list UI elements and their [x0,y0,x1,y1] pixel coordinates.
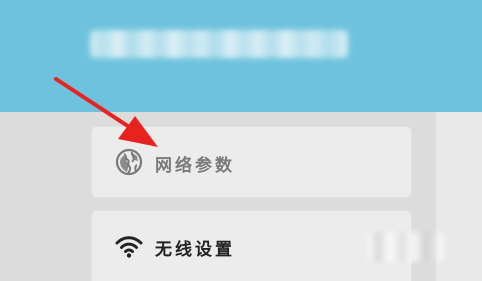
app-screen: 网络参数 无线设置 [0,0,482,281]
menu-item-label: 无线设置 [155,240,235,260]
header-bar [0,0,482,112]
watermark [368,232,444,262]
wifi-icon [115,236,143,258]
menu-item-wireless-settings[interactable]: 无线设置 [91,210,412,281]
menu-item-network-parameters[interactable]: 网络参数 [91,126,412,198]
globe-icon [115,148,143,176]
blurred-device-name [90,30,348,58]
menu-item-label: 网络参数 [155,156,235,176]
